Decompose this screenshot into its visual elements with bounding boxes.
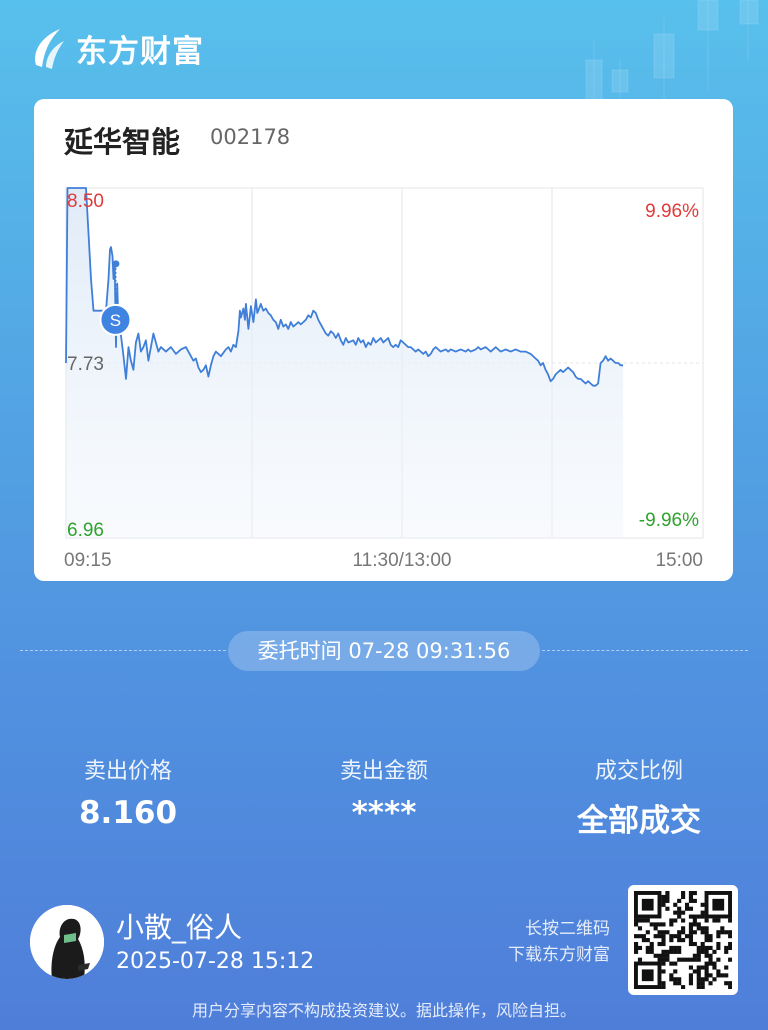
stat-sell-amount: 卖出金额 **** [274,753,494,831]
order-time-label: 委托时间 [257,639,342,663]
stat-value: 全部成交 [577,803,701,839]
x-label-close: 15:00 [655,550,703,571]
app-header: 东方财富 [28,26,204,71]
user-name: 小散_俗人 [116,911,243,944]
pct-low-label: -9.96% [639,510,699,531]
stock-name: 延华智能 [64,125,181,159]
divider-right [542,650,748,651]
qr-hint-line1: 长按二维码 [525,919,610,939]
divider-left [20,650,226,651]
stat-value: **** [351,795,417,831]
stat-label: 成交比例 [594,759,683,784]
x-label-midday: 11:30/13:00 [353,550,452,571]
intraday-price-chart: S 8.50 7.73 6.96 9.96% -9.96% 09:15 11:3… [64,187,704,571]
order-time-value: 07-28 09:31:56 [348,639,511,663]
eastmoney-logo-icon [35,28,64,69]
disclaimer: 用户分享内容不构成投资建议。据此操作，风险自担。 [191,1001,576,1020]
stat-label: 卖出金额 [339,759,428,784]
price-low-label: 6.96 [67,520,104,541]
price-ref-label: 7.73 [67,354,104,375]
share-timestamp: 2025-07-28 15:12 [116,949,315,974]
marker-dot [112,260,120,268]
user-avatar-icon [30,905,104,979]
pct-high-label: 9.96% [645,201,699,222]
download-qr-code[interactable] [628,885,738,995]
stat-sell-price: 卖出价格 8.160 [18,753,238,831]
order-time-pill: 委托时间 07-28 09:31:56 [228,631,540,671]
stock-card[interactable]: S 8.50 7.73 6.96 9.96% -9.96% 09:15 11:3… [34,99,733,581]
stat-label: 卖出价格 [83,759,172,784]
avatar[interactable] [30,905,104,979]
qr-hint: 长按二维码 下载东方财富 [508,916,610,968]
x-label-open: 09:15 [64,550,112,571]
qr-code-icon [634,891,733,990]
stat-fill-ratio: 成交比例 全部成交 [529,753,749,840]
stat-value: 8.160 [78,795,178,831]
brand-name: 东方财富 [76,34,204,70]
stock-code: 002178 [210,125,291,149]
sell-marker-label: S [110,311,121,330]
qr-hint-line2: 下载东方财富 [508,945,610,965]
price-high-label: 8.50 [67,191,104,212]
sell-marker[interactable]: S [99,303,132,336]
